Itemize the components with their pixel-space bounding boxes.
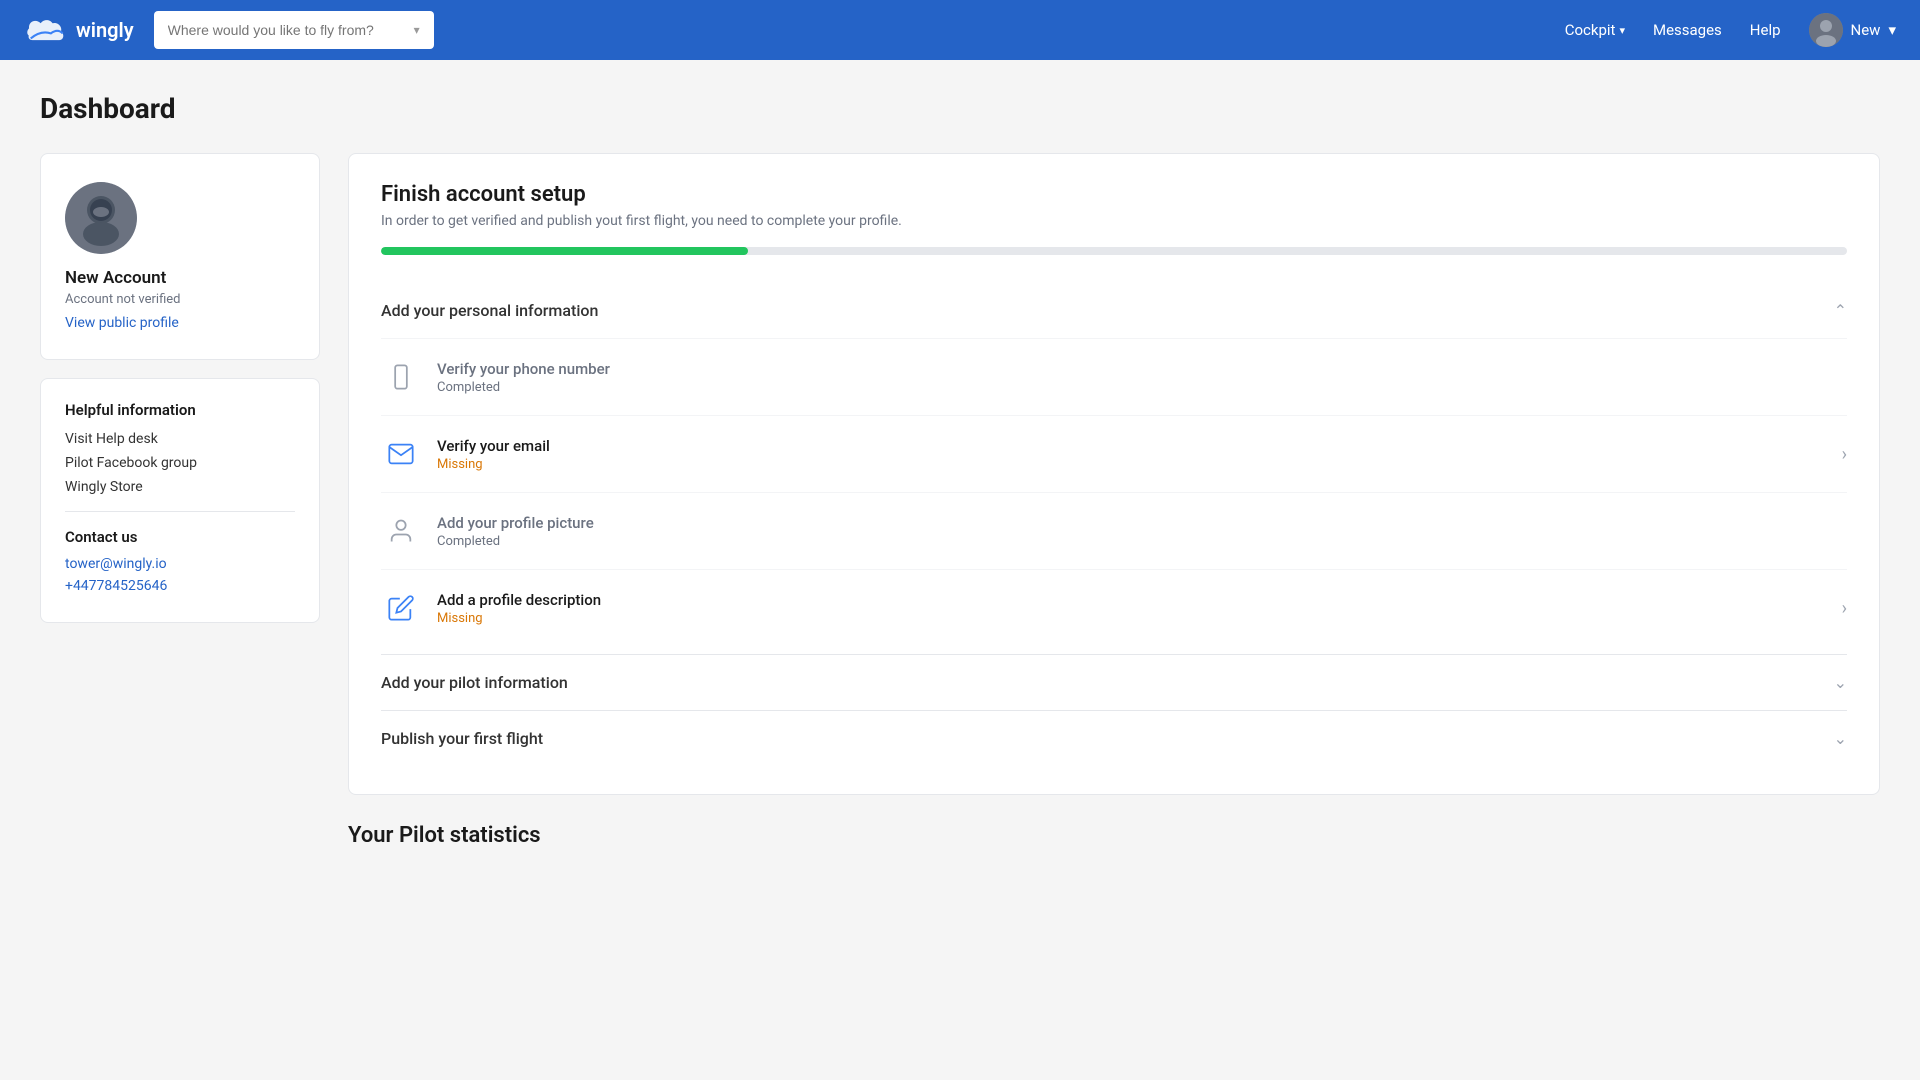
view-public-profile-link[interactable]: View public profile [65, 315, 179, 331]
checklist-item-phone: Verify your phone number Completed [381, 338, 1847, 415]
section-pilot-title: Add your pilot information [381, 673, 568, 692]
section-personal-chevron-icon: ⌃ [1834, 301, 1847, 320]
nav-help-link[interactable]: Help [1750, 21, 1781, 39]
section-personal: Add your personal information ⌃ [381, 283, 1847, 654]
main-nav: Cockpit ▾ Messages Help New ▾ [1565, 13, 1896, 47]
description-label: Add a profile description [437, 591, 601, 609]
section-personal-title: Add your personal information [381, 301, 598, 320]
phone-label: Verify your phone number [437, 360, 610, 378]
profile-card: New Account Account not verified View pu… [40, 153, 320, 360]
user-menu[interactable]: New ▾ [1809, 13, 1896, 47]
email-label: Verify your email [437, 437, 550, 455]
setup-subtitle: In order to get verified and publish you… [381, 213, 1847, 229]
sidebar: New Account Account not verified View pu… [40, 153, 320, 623]
facebook-group-link[interactable]: Pilot Facebook group [65, 455, 295, 471]
search-chevron-icon: ▾ [414, 23, 420, 37]
search-bar[interactable]: ▾ [154, 11, 434, 49]
email-text: Verify your email Missing [437, 437, 550, 472]
phone-icon [381, 357, 421, 397]
avatar [1809, 13, 1843, 47]
section-flight-header[interactable]: Publish your first flight ⌄ [381, 710, 1847, 766]
nav-messages-label: Messages [1653, 21, 1722, 39]
setup-title: Finish account setup [381, 182, 1847, 207]
helpful-info-title: Helpful information [65, 401, 295, 419]
progress-bar-fill [381, 247, 748, 255]
nav-cockpit-link[interactable]: Cockpit ▾ [1565, 21, 1625, 39]
logo[interactable]: wingly [24, 14, 134, 46]
picture-status: Completed [437, 534, 594, 549]
setup-card: Finish account setup In order to get ver… [348, 153, 1880, 795]
page-title: Dashboard [40, 92, 1880, 125]
cockpit-chevron-icon: ▾ [1619, 24, 1625, 37]
user-new-label: New [1851, 21, 1881, 39]
email-arrow-icon: › [1842, 444, 1847, 465]
pilot-stats-title: Your Pilot statistics [348, 823, 1880, 848]
contact-us-title: Contact us [65, 528, 295, 546]
picture-text: Add your profile picture Completed [437, 514, 594, 549]
section-personal-header[interactable]: Add your personal information ⌃ [381, 283, 1847, 338]
nav-messages-link[interactable]: Messages [1653, 21, 1722, 39]
info-divider [65, 511, 295, 512]
nav-cockpit-label: Cockpit [1565, 21, 1616, 39]
profile-name: New Account [65, 268, 166, 288]
help-desk-link[interactable]: Visit Help desk [65, 431, 295, 447]
wingly-store-link[interactable]: Wingly Store [65, 479, 295, 495]
phone-status: Completed [437, 380, 610, 395]
pilot-statistics-section: Your Pilot statistics [348, 823, 1880, 848]
nav-help-label: Help [1750, 21, 1781, 39]
checklist-item-email[interactable]: Verify your email Missing › [381, 415, 1847, 492]
description-status: Missing [437, 611, 601, 626]
section-pilot-header[interactable]: Add your pilot information ⌄ [381, 654, 1847, 710]
profile-avatar [65, 182, 137, 254]
picture-label: Add your profile picture [437, 514, 594, 532]
section-personal-body: Verify your phone number Completed [381, 338, 1847, 654]
description-arrow-icon: › [1842, 598, 1847, 619]
content-layout: New Account Account not verified View pu… [40, 153, 1880, 848]
section-flight-chevron-icon: ⌄ [1834, 729, 1847, 748]
info-card: Helpful information Visit Help desk Pilo… [40, 378, 320, 623]
checklist-item-description[interactable]: Add a profile description Missing › [381, 569, 1847, 646]
app-header: wingly ▾ Cockpit ▾ Messages Help New [0, 0, 1920, 60]
phone-text: Verify your phone number Completed [437, 360, 610, 395]
search-input[interactable] [168, 22, 406, 38]
profile-status: Account not verified [65, 292, 181, 307]
contact-phone-link[interactable]: +447784525646 [65, 578, 295, 594]
logo-text: wingly [76, 18, 134, 42]
user-chevron-icon: ▾ [1888, 21, 1896, 39]
main-wrapper: Dashboard New Account Account not verifi… [0, 60, 1920, 880]
description-text: Add a profile description Missing [437, 591, 601, 626]
section-pilot-chevron-icon: ⌄ [1834, 673, 1847, 692]
email-status: Missing [437, 457, 550, 472]
main-content: Finish account setup In order to get ver… [348, 153, 1880, 848]
contact-email-link[interactable]: tower@wingly.io [65, 556, 295, 572]
email-icon [381, 434, 421, 474]
user-icon [381, 511, 421, 551]
edit-icon [381, 588, 421, 628]
progress-bar [381, 247, 1847, 255]
section-flight-title: Publish your first flight [381, 729, 543, 748]
checklist-item-picture: Add your profile picture Completed [381, 492, 1847, 569]
